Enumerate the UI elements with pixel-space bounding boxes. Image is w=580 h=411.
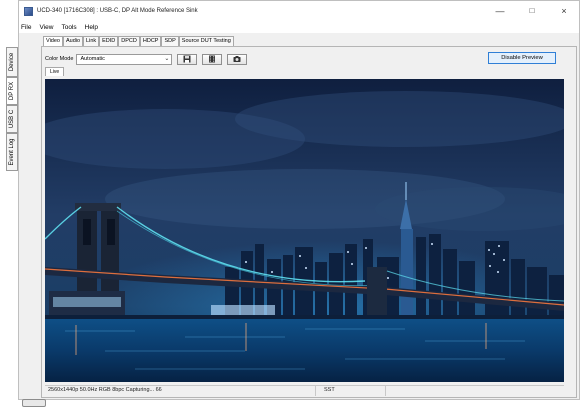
status-divider bbox=[315, 386, 316, 396]
tab-hdcp[interactable]: HDCP bbox=[139, 36, 162, 46]
tab-audio[interactable]: Audio bbox=[62, 36, 84, 46]
video-preview bbox=[45, 79, 564, 382]
menu-bar: File View Tools Help bbox=[19, 21, 579, 33]
menu-file[interactable]: File bbox=[19, 24, 35, 31]
side-tab-device[interactable]: Device bbox=[6, 47, 18, 77]
title-bar: UCD-340 [1716C308] : USB-C, DP Alt Mode … bbox=[19, 1, 579, 21]
camera-icon bbox=[233, 56, 241, 62]
chevron-down-icon: ⌄ bbox=[164, 55, 170, 62]
side-tab-usb-c[interactable]: USB C bbox=[6, 105, 18, 133]
disable-preview-button[interactable]: Disable Preview bbox=[488, 52, 556, 64]
capture-status-text: 2560x1440p 50.0Hz RGB 8bpc Capturing... … bbox=[48, 387, 162, 393]
status-divider bbox=[385, 386, 386, 396]
side-tab-dp-rx[interactable]: DP RX bbox=[6, 77, 18, 105]
color-mode-label: Color Mode bbox=[45, 56, 74, 62]
menu-view[interactable]: View bbox=[35, 24, 57, 31]
color-mode-value: Automatic bbox=[80, 55, 105, 62]
app-icon bbox=[24, 6, 33, 16]
tab-video[interactable]: Video bbox=[43, 36, 63, 46]
menu-tools[interactable]: Tools bbox=[57, 24, 80, 31]
minimize-button[interactable]: — bbox=[487, 4, 513, 18]
side-tab-device-label: Device bbox=[9, 52, 15, 72]
save-frame-button[interactable] bbox=[177, 53, 198, 65]
snapshot-button[interactable] bbox=[227, 53, 248, 65]
preview-image bbox=[45, 79, 564, 382]
side-tab-dp-rx-label: DP RX bbox=[9, 81, 15, 101]
subtab-live[interactable]: Live bbox=[45, 67, 65, 76]
tab-dpcd[interactable]: DPCD bbox=[118, 36, 140, 46]
video-panel: Color Mode Automatic ⌄ Disable Preview L… bbox=[41, 46, 577, 398]
side-tab-event-log-label: Event Log bbox=[9, 138, 15, 166]
side-tab-event-log[interactable]: Event Log bbox=[6, 133, 18, 171]
tab-link[interactable]: Link bbox=[83, 36, 100, 46]
tab-sdp[interactable]: SDP bbox=[161, 36, 179, 46]
tab-edid[interactable]: EDID bbox=[99, 36, 119, 46]
stream-mode-text: SST bbox=[324, 387, 335, 393]
tab-source-dut-testing[interactable]: Source DUT Testing bbox=[178, 36, 234, 46]
video-toolbar: Color Mode Automatic ⌄ bbox=[45, 53, 248, 65]
save-icon bbox=[183, 55, 191, 63]
status-bar: 2560x1440p 50.0Hz RGB 8bpc Capturing... … bbox=[45, 385, 564, 396]
horizontal-scrollbar-thumb[interactable] bbox=[22, 399, 46, 407]
record-video-button[interactable] bbox=[202, 53, 223, 65]
maximize-button[interactable]: □ bbox=[519, 4, 545, 18]
film-icon bbox=[209, 55, 216, 63]
side-tab-usb-c-label: USB C bbox=[9, 109, 15, 129]
color-mode-select[interactable]: Automatic ⌄ bbox=[76, 53, 173, 65]
app-window: UCD-340 [1716C308] : USB-C, DP Alt Mode … bbox=[6, 0, 580, 400]
window-title: UCD-340 [1716C308] : USB-C, DP Alt Mode … bbox=[37, 8, 198, 14]
close-button[interactable]: × bbox=[551, 4, 577, 18]
menu-help[interactable]: Help bbox=[81, 24, 102, 31]
main-tab-strip: Video Audio Link EDID DPCD HDCP SDP Sour… bbox=[43, 36, 234, 46]
